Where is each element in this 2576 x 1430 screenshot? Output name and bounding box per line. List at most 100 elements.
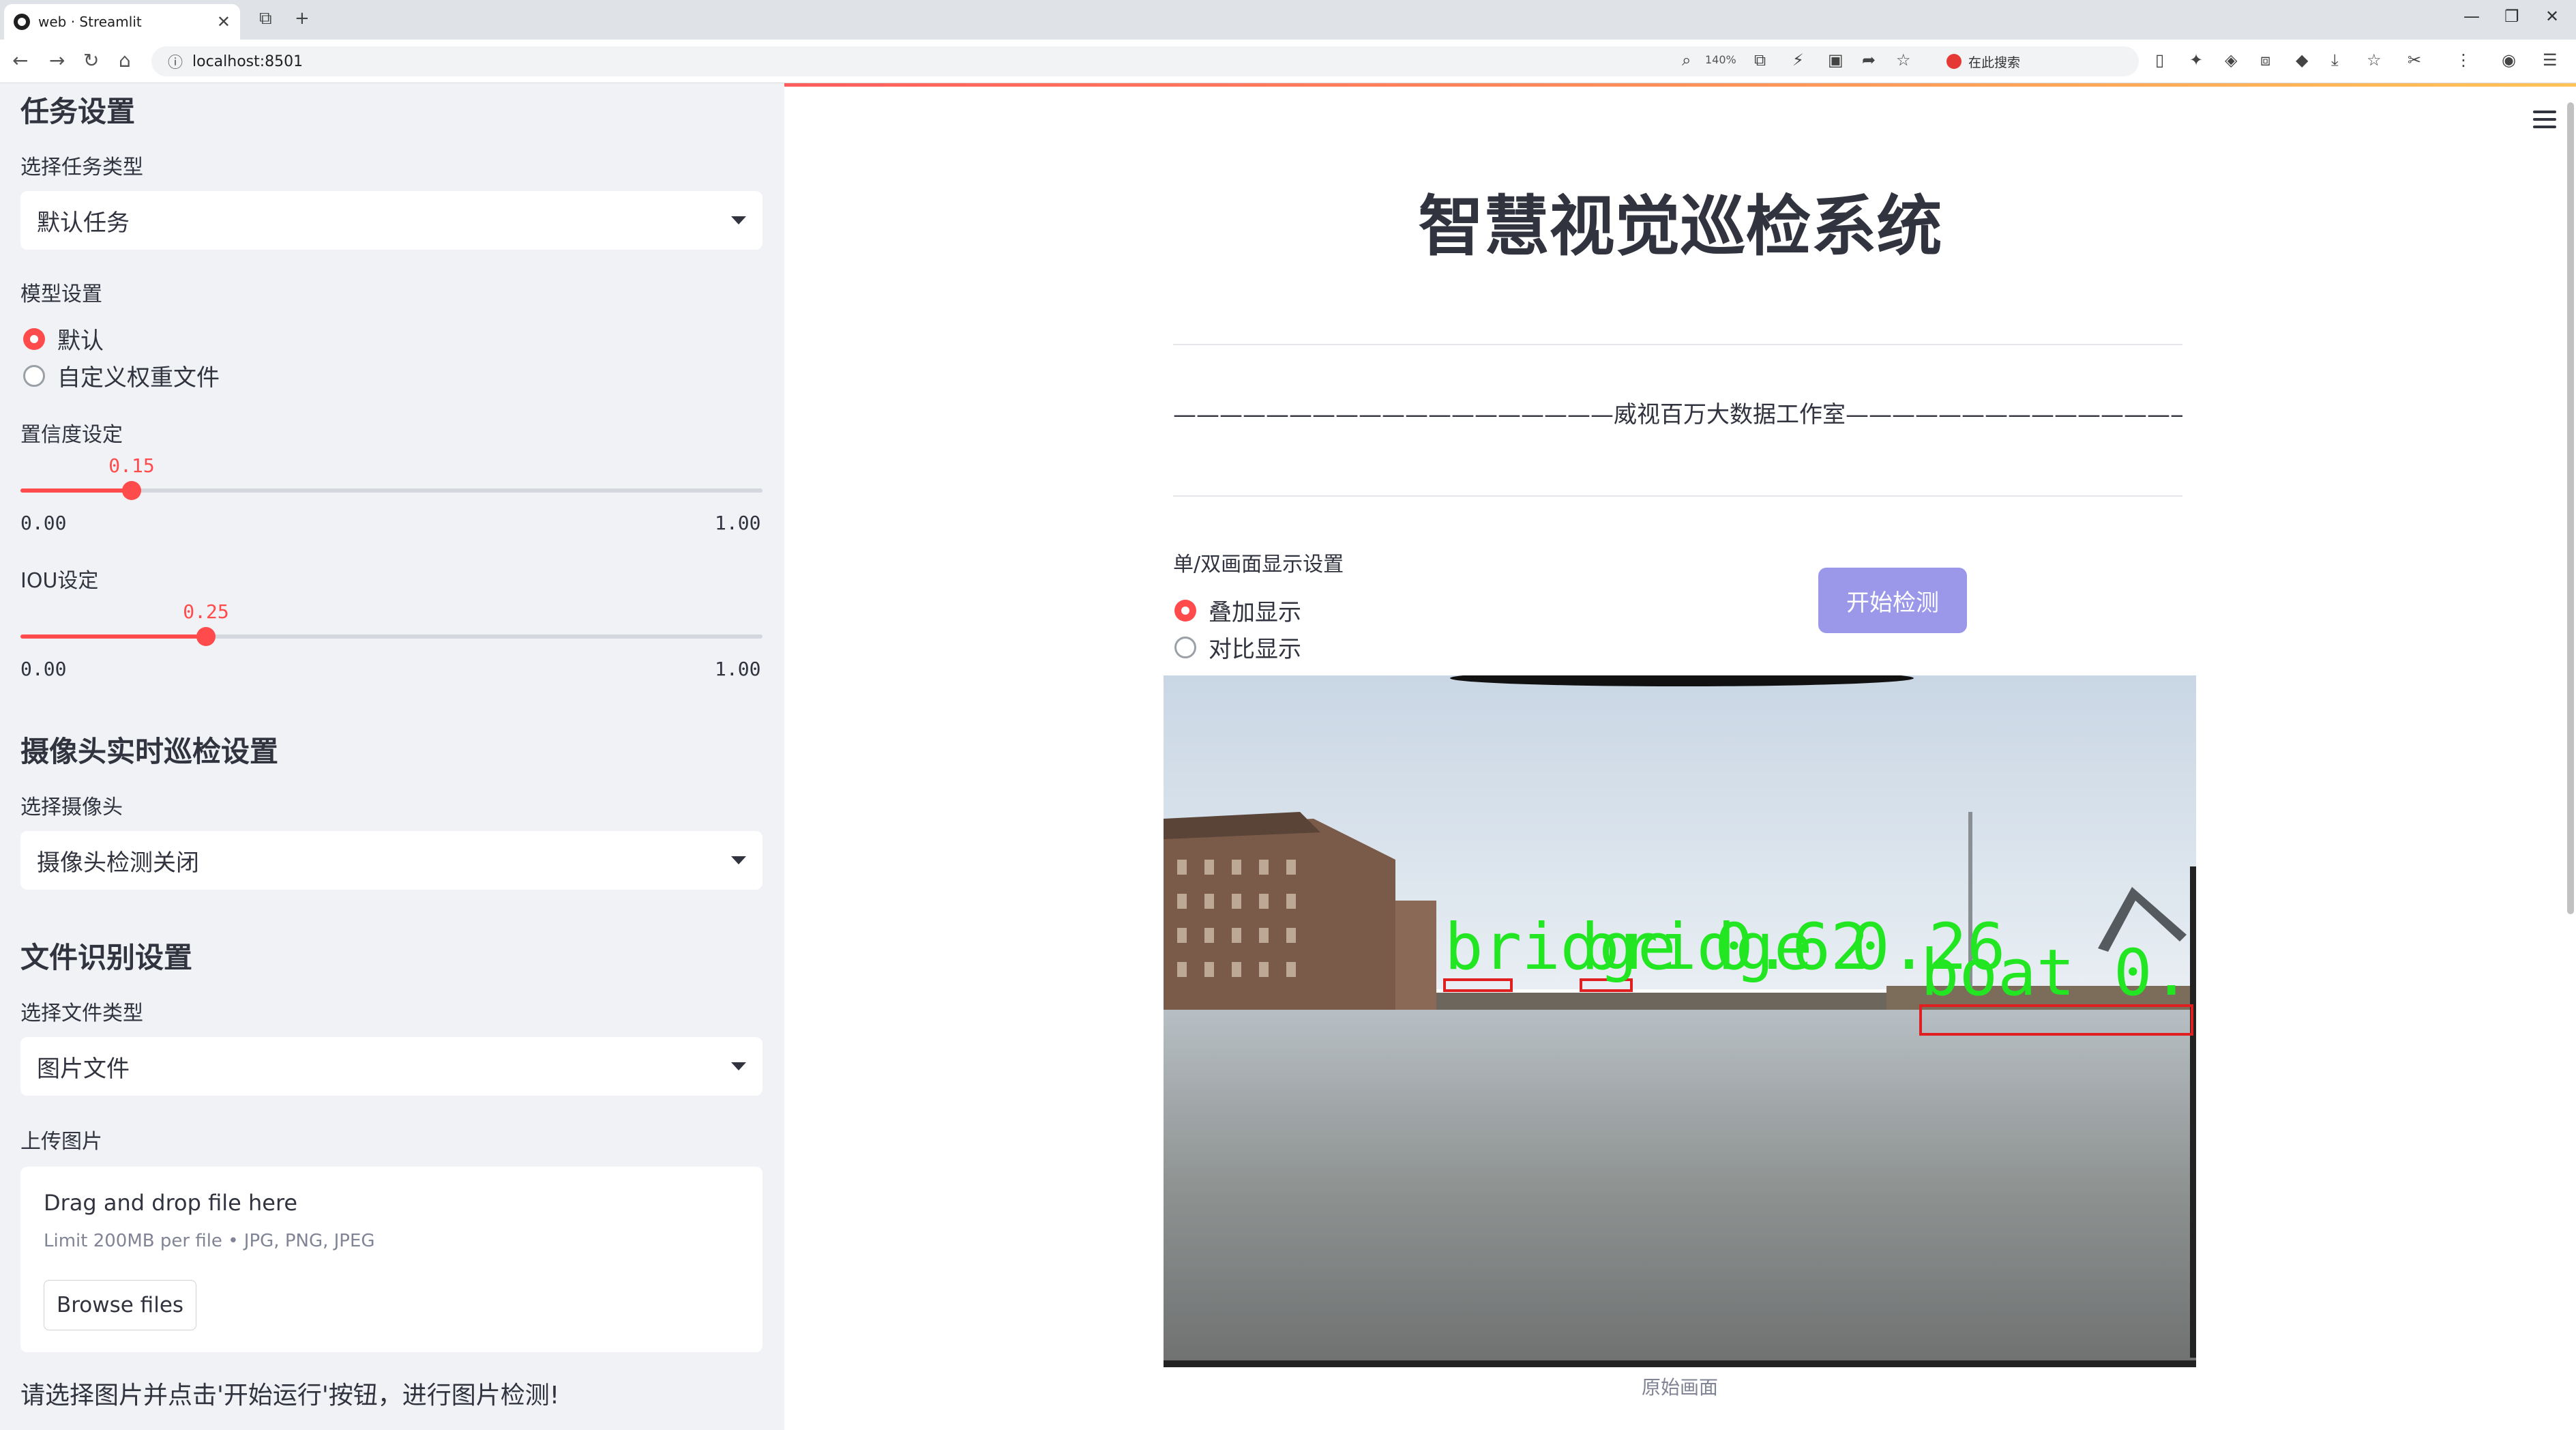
- upload-limit: Limit 200MB per file • JPG, PNG, JPEG: [44, 1231, 375, 1251]
- forward-icon[interactable]: →: [49, 49, 65, 72]
- model-option-label: 默认: [57, 327, 104, 355]
- image-caption: 原始画面: [1641, 1376, 1718, 1399]
- reload-icon[interactable]: ↻: [83, 49, 99, 72]
- translate-icon[interactable]: ⧉: [1754, 50, 1766, 70]
- model-option-custom[interactable]: 自定义权重文件: [23, 359, 220, 392]
- zoom-icon[interactable]: ⌕: [1682, 50, 1691, 70]
- page-title: 智慧视觉巡检系统: [1418, 188, 1942, 265]
- task-settings-heading: 任务设置: [20, 95, 136, 128]
- display-option-label: 对比显示: [1209, 636, 1301, 663]
- favorites-icon[interactable]: ☆: [2367, 50, 2382, 70]
- confidence-min: 0.00: [20, 512, 67, 534]
- phone-icon[interactable]: ▯: [2155, 50, 2164, 70]
- file-uploader-dropzone[interactable]: Drag and drop file here Limit 200MB per …: [20, 1167, 763, 1352]
- extension-2-icon[interactable]: ◈: [2225, 50, 2237, 70]
- model-settings-label: 模型设置: [20, 282, 102, 306]
- back-icon[interactable]: ←: [12, 49, 28, 72]
- detection-image: bridge 0.62 bridge 0.26 boat 0.18: [1164, 675, 2196, 1367]
- chevron-down-icon: [731, 1062, 746, 1070]
- file-type-select[interactable]: 图片文件: [20, 1037, 763, 1096]
- home-icon[interactable]: ⌂: [119, 49, 131, 72]
- profile-avatar-icon[interactable]: ◉: [2502, 50, 2516, 70]
- top-decoration: [784, 83, 2576, 87]
- bookmark-star-icon[interactable]: ☆: [1896, 50, 1911, 70]
- task-type-value: 默认任务: [37, 209, 130, 237]
- detection-label: boat 0.18: [1921, 936, 2196, 1010]
- camera-settings-heading: 摄像头实时巡检设置: [20, 735, 279, 768]
- main-content: 智慧视觉巡检系统 ———————————————————威视百万大数据工作室——…: [784, 83, 2576, 1430]
- display-mode-label: 单/双画面显示设置: [1173, 553, 1344, 577]
- upload-label: 上传图片: [20, 1130, 102, 1154]
- browser-search-box[interactable]: 在此搜索: [1937, 46, 2139, 76]
- iou-label: IOU设定: [20, 569, 99, 593]
- radio-unselected-icon[interactable]: [1174, 636, 1196, 658]
- browse-files-button[interactable]: Browse files: [44, 1280, 196, 1330]
- iou-max: 1.00: [715, 658, 761, 680]
- divider-bottom: [1173, 495, 2182, 497]
- screenshot-icon[interactable]: ▣: [1828, 50, 1844, 70]
- display-option-compare[interactable]: 对比显示: [1174, 630, 1301, 664]
- browser-menu-icon[interactable]: ☰: [2543, 50, 2558, 70]
- tab-close-icon[interactable]: ✕: [217, 12, 231, 31]
- confidence-slider[interactable]: [20, 481, 763, 500]
- lightning-icon[interactable]: ⚡: [1792, 50, 1804, 70]
- extension-4-icon[interactable]: ◆: [2296, 50, 2308, 70]
- file-settings-heading: 文件识别设置: [20, 941, 193, 974]
- iou-slider-fill: [20, 634, 206, 639]
- upload-title: Drag and drop file here: [44, 1190, 298, 1216]
- radio-selected-icon[interactable]: [23, 327, 45, 350]
- display-option-label: 叠加显示: [1209, 599, 1301, 626]
- confidence-max: 1.00: [715, 512, 761, 534]
- page-scrollbar[interactable]: [2567, 102, 2574, 914]
- task-type-label: 选择任务类型: [20, 156, 143, 179]
- streamlit-favicon-icon: [14, 14, 30, 30]
- camera-label: 选择摄像头: [20, 796, 123, 819]
- start-detection-button[interactable]: 开始检测: [1818, 568, 1967, 633]
- restore-icon[interactable]: ❐: [2504, 7, 2519, 26]
- radio-selected-icon[interactable]: [1174, 599, 1196, 622]
- confidence-value: 0.15: [108, 454, 155, 477]
- hamburger-menu-icon[interactable]: [2533, 111, 2556, 128]
- radio-unselected-icon[interactable]: [23, 364, 45, 387]
- studio-line: ———————————————————威视百万大数据工作室———————————…: [1173, 401, 2182, 428]
- file-type-value: 图片文件: [37, 1055, 130, 1083]
- zoom-level: 140%: [1705, 53, 1736, 66]
- chevron-down-icon: [731, 216, 746, 224]
- camera-select[interactable]: 摄像头检测关闭: [20, 831, 763, 890]
- iou-value: 0.25: [183, 600, 229, 623]
- download-icon[interactable]: ⤓: [2331, 50, 2339, 70]
- confidence-slider-fill: [20, 488, 132, 493]
- share-icon[interactable]: ➦: [1862, 50, 1876, 70]
- file-type-label: 选择文件类型: [20, 1002, 143, 1025]
- address-bar[interactable]: ⓘ localhost:8501: [151, 46, 2020, 76]
- task-type-select[interactable]: 默认任务: [20, 191, 763, 250]
- iou-min: 0.00: [20, 658, 67, 680]
- browser-tab[interactable]: web · Streamlit ✕: [4, 4, 240, 40]
- extension-3-icon[interactable]: ⧈: [2260, 50, 2270, 70]
- extension-1-icon[interactable]: ✦: [2189, 50, 2203, 70]
- scissors-icon[interactable]: ✂: [2408, 50, 2421, 70]
- confidence-slider-thumb[interactable]: [122, 481, 141, 500]
- site-info-icon[interactable]: ⓘ: [168, 50, 183, 72]
- search-engine-icon: [1946, 54, 1961, 69]
- url-text: localhost:8501: [192, 53, 304, 70]
- iou-slider-thumb[interactable]: [196, 627, 216, 646]
- tab-search-icon[interactable]: ⧉: [259, 8, 272, 29]
- browser-tabbar: web · Streamlit ✕ ⧉ + — ❐ ✕: [0, 0, 2576, 40]
- display-option-overlay[interactable]: 叠加显示: [1174, 594, 1301, 627]
- sidebar: 任务设置 选择任务类型 默认任务 模型设置 默认 自定义权重文件 置信度设定 0…: [0, 83, 784, 1430]
- upload-hint: 请选择图片并点击'开始运行'按钮，进行图片检测!: [20, 1382, 560, 1410]
- new-tab-icon[interactable]: +: [295, 8, 310, 29]
- minimize-icon[interactable]: —: [2463, 7, 2480, 26]
- window-close-icon[interactable]: ✕: [2545, 7, 2559, 26]
- search-placeholder: 在此搜索: [1968, 55, 2021, 70]
- divider-top: [1173, 344, 2182, 345]
- model-option-default[interactable]: 默认: [23, 322, 104, 355]
- harbor-scene: bridge 0.62 bridge 0.26 boat 0.18: [1164, 675, 2196, 1367]
- chevron-down-icon: [731, 856, 746, 864]
- iou-slider[interactable]: [20, 627, 763, 646]
- more-vert-icon[interactable]: ⋮: [2455, 50, 2472, 70]
- model-option-label: 自定义权重文件: [57, 364, 220, 392]
- tab-title: web · Streamlit: [38, 14, 142, 30]
- confidence-label: 置信度设定: [20, 423, 123, 447]
